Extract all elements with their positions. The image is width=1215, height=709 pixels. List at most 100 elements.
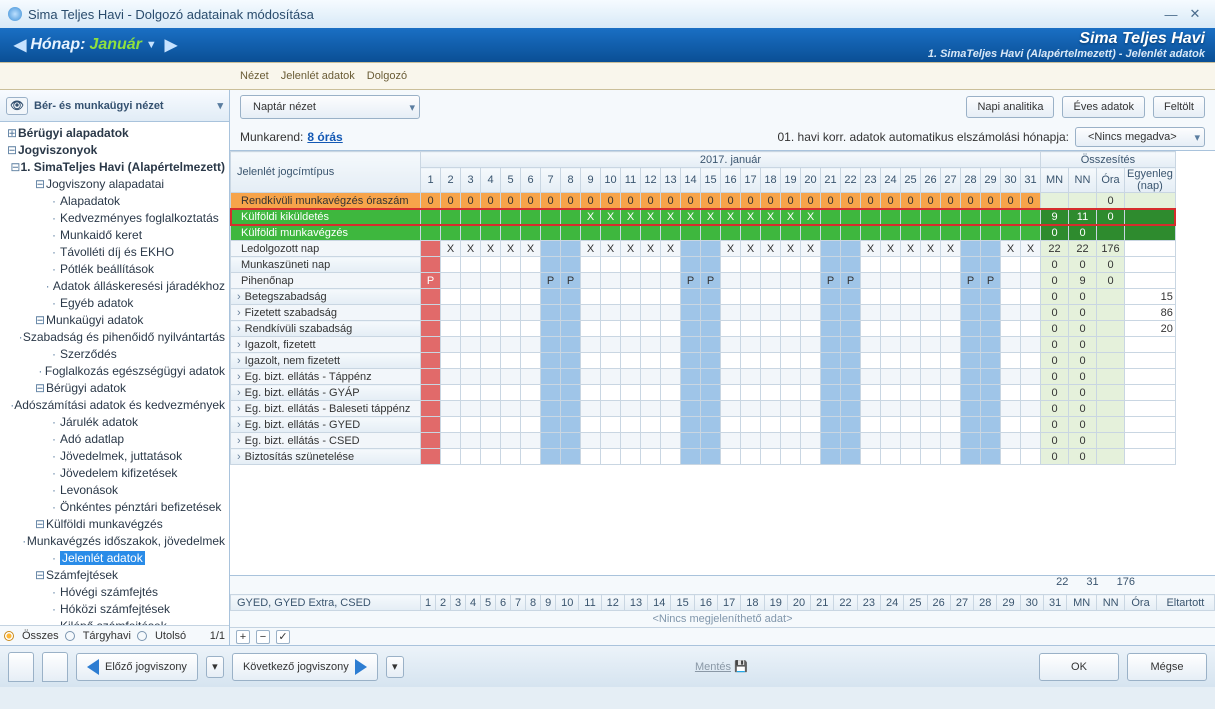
prev-jogviszony-button[interactable]: Előző jogviszony xyxy=(76,653,198,681)
add-row-button[interactable]: + xyxy=(236,630,250,644)
menu-dolgozo[interactable]: Dolgozó xyxy=(367,70,407,82)
tree-item[interactable]: ⊟Munkaügyi adatok xyxy=(0,311,229,328)
total-mn: 22 xyxy=(1056,576,1068,594)
radio-utolso-label[interactable]: Utolsó xyxy=(155,630,186,642)
arrow-left-icon xyxy=(87,659,99,675)
tree-item[interactable]: ⊟Külföldi munkavégzés xyxy=(0,515,229,532)
tree-item[interactable]: ·Pótlék beállítások xyxy=(0,260,229,277)
prev-split-button[interactable]: ▾ xyxy=(206,656,224,678)
view-selector[interactable]: 👁 Bér- és munkaügyi nézet ▾ xyxy=(0,90,229,122)
tree-item[interactable]: ·Jövedelem kifizetések xyxy=(0,464,229,481)
view-mode-dropdown[interactable]: Naptár nézet ▾ xyxy=(240,95,420,119)
tree-item[interactable]: ·Munkavégzés időszakok, jövedelmek xyxy=(0,532,229,549)
feltolt-button[interactable]: Feltölt xyxy=(1153,96,1205,118)
month-dropdown-icon[interactable]: ▼ xyxy=(146,39,157,51)
tree-item[interactable]: ·Adószámítási adatok és kedvezmények xyxy=(0,396,229,413)
munkarend-label: Munkarend: xyxy=(240,130,303,144)
tree-item[interactable]: ·Alapadatok xyxy=(0,192,229,209)
context-subtitle: 1. SimaTeljes Havi (Alapértelmezett) - J… xyxy=(928,48,1205,60)
tree-item[interactable]: ·Kedvezményes foglalkoztatás xyxy=(0,209,229,226)
next-split-button[interactable]: ▾ xyxy=(386,656,404,678)
minimize-button[interactable]: — xyxy=(1159,7,1183,22)
window-title: Sima Teljes Havi - Dolgozó adatainak mód… xyxy=(28,7,314,22)
tab-button-2[interactable] xyxy=(42,652,68,682)
radio-utolso[interactable] xyxy=(137,631,147,641)
close-button[interactable]: ✕ xyxy=(1183,6,1207,22)
prev-label: Előző jogviszony xyxy=(105,661,187,673)
calendar-grid[interactable]: Jelenlét jogcímtípus2017. januárÖsszesít… xyxy=(230,150,1215,576)
content-menubar: Nézet Jelenlét adatok Dolgozó xyxy=(0,62,1215,90)
save-icon: 💾 xyxy=(734,661,748,673)
korr-dropdown[interactable]: <Nincs megadva> ▾ xyxy=(1075,127,1205,147)
tree-item[interactable]: ·Adó adatlap xyxy=(0,430,229,447)
cancel-button[interactable]: Mégse xyxy=(1127,653,1207,681)
tree-item[interactable]: ·Szerződés xyxy=(0,345,229,362)
tree-item[interactable]: ⊞Bérügyi alapadatok xyxy=(0,124,229,141)
save-button[interactable]: Mentés xyxy=(695,661,731,673)
radio-targyhavi-label[interactable]: Tárgyhavi xyxy=(83,630,131,642)
radio-osszes-label[interactable]: Összes xyxy=(22,630,59,642)
tree-item[interactable]: ·Hóközi számfejtések xyxy=(0,600,229,617)
app-name: Sima Teljes Havi xyxy=(928,30,1205,48)
tree-item[interactable]: ·Levonások xyxy=(0,481,229,498)
tree-item[interactable]: ·Egyéb adatok xyxy=(0,294,229,311)
view-mode-label: Naptár nézet xyxy=(253,101,316,113)
chevron-down-icon: ▾ xyxy=(1194,131,1200,144)
eves-adatok-button[interactable]: Éves adatok xyxy=(1062,96,1145,118)
tree-item[interactable]: ⊟Bérügyi adatok xyxy=(0,379,229,396)
ok-button[interactable]: OK xyxy=(1039,653,1119,681)
tree-item[interactable]: ·Adatok álláskeresési járadékhoz xyxy=(0,277,229,294)
tree-item[interactable]: ·Távolléti díj és EKHO xyxy=(0,243,229,260)
next-month-arrow[interactable]: ▶ xyxy=(165,35,177,55)
app-icon xyxy=(8,7,22,21)
tree-item[interactable]: ·Szabadság és pihenőidő nyilvántartás xyxy=(0,328,229,345)
month-value[interactable]: Január xyxy=(89,36,141,54)
content-area: Naptár nézet ▾ Napi analitika Éves adato… xyxy=(230,90,1215,645)
menu-nezet[interactable]: Nézet xyxy=(240,70,269,82)
tree-item[interactable]: ·Munkaidő keret xyxy=(0,226,229,243)
grid-footer-strip: + − ✓ xyxy=(230,627,1215,645)
grid-totals: 22 31 176 xyxy=(230,576,1215,594)
remove-row-button[interactable]: − xyxy=(256,630,270,644)
nav-tree[interactable]: ⊞Bérügyi alapadatok⊟Jogviszonyok⊟1. Sima… xyxy=(0,122,229,625)
month-label: Hónap: xyxy=(30,36,85,54)
sidebar: 👁 Bér- és munkaügyi nézet ▾ ⊞Bérügyi ala… xyxy=(0,90,230,645)
korr-value: <Nincs megadva> xyxy=(1088,131,1177,143)
radio-targyhavi[interactable] xyxy=(65,631,75,641)
tree-item[interactable]: ⊟Jogviszonyok xyxy=(0,141,229,158)
tree-footer: Összes Tárgyhavi Utolsó 1/1 xyxy=(0,625,229,645)
tree-item[interactable]: ·Önkéntes pénztári befizetések xyxy=(0,498,229,515)
titlebar: Sima Teljes Havi - Dolgozó adatainak mód… xyxy=(0,0,1215,28)
prev-month-arrow[interactable]: ◀ xyxy=(14,35,26,55)
info-row: Munkarend: 8 órás 01. havi korr. adatok … xyxy=(230,124,1215,150)
tree-item[interactable]: ⊟Jogviszony alapadatai xyxy=(0,175,229,192)
view-dropdown-icon[interactable]: ▾ xyxy=(217,99,223,112)
tree-item[interactable]: ·Jövedelmek, juttatások xyxy=(0,447,229,464)
eye-icon: 👁 xyxy=(6,97,28,115)
chevron-down-icon: ▾ xyxy=(409,101,415,114)
record-count: 1/1 xyxy=(210,630,225,642)
confirm-row-button[interactable]: ✓ xyxy=(276,630,290,644)
napi-analitika-button[interactable]: Napi analitika xyxy=(966,96,1054,118)
tree-item[interactable]: ·Hóvégi számfejtés xyxy=(0,583,229,600)
tree-item[interactable]: ·Járulék adatok xyxy=(0,413,229,430)
tree-item[interactable]: ⊟1. SimaTeljes Havi (Alapértelmezett) xyxy=(0,158,229,175)
tree-item[interactable]: ·Foglalkozás egészségügyi adatok xyxy=(0,362,229,379)
tab-button-1[interactable] xyxy=(8,652,34,682)
radio-osszes[interactable] xyxy=(4,631,14,641)
toolbar: Naptár nézet ▾ Napi analitika Éves adato… xyxy=(230,90,1215,124)
next-jogviszony-button[interactable]: Következő jogviszony xyxy=(232,653,378,681)
tree-item[interactable]: ⊟Számfejtések xyxy=(0,566,229,583)
arrow-right-icon xyxy=(355,659,367,675)
munkarend-link[interactable]: 8 órás xyxy=(307,130,342,144)
total-nn: 31 xyxy=(1086,576,1098,594)
tree-item[interactable]: ·Kilépő számfejtések xyxy=(0,617,229,625)
total-ora: 176 xyxy=(1117,576,1135,594)
bottom-bar: Előző jogviszony ▾ Következő jogviszony … xyxy=(0,645,1215,687)
no-data-label: <Nincs megjeleníthető adat> xyxy=(230,611,1215,627)
korr-label: 01. havi korr. adatok automatikus elszám… xyxy=(778,130,1070,144)
view-label: Bér- és munkaügyi nézet xyxy=(34,100,164,112)
month-bar: ◀ Hónap: Január ▼ ▶ Sima Teljes Havi 1. … xyxy=(0,28,1215,62)
menu-jelenlet[interactable]: Jelenlét adatok xyxy=(281,70,355,82)
tree-item[interactable]: ·Jelenlét adatok xyxy=(0,549,229,566)
